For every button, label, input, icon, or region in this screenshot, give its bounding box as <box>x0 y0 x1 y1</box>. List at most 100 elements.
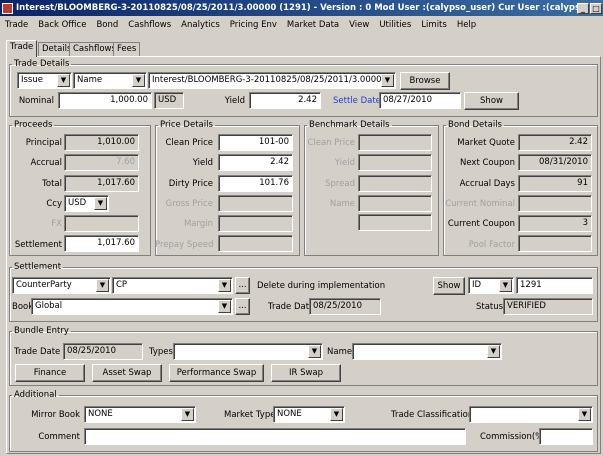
bundle-trade-date-label: Trade Date <box>14 347 61 357</box>
comment-input[interactable] <box>84 428 466 445</box>
price-details-legend: Price Details <box>160 120 213 130</box>
trade-type-select[interactable]: Issue ▼ <box>17 72 72 89</box>
pool-factor-label: Pool Factor <box>468 240 515 250</box>
benchmark-clean-price-value <box>358 134 432 151</box>
menu-limits[interactable]: Limits <box>416 20 452 30</box>
settlement-value[interactable]: 1,017.60 <box>64 235 139 252</box>
product-select[interactable]: Interest/BLOOMBERG-3-20110825/08/25/2011… <box>148 72 396 89</box>
benchmark-spread-label: Spread <box>325 179 355 189</box>
current-nominal-value <box>518 195 592 212</box>
menu-utilities[interactable]: Utilities <box>374 20 416 30</box>
counterparty-select[interactable]: CP ▼ <box>112 277 233 294</box>
settlement-trade-date-label: Trade Date <box>268 302 315 312</box>
status-label: Status <box>476 302 504 312</box>
menu-back-office[interactable]: Back Office <box>33 20 91 30</box>
additional-legend: Additional <box>14 390 57 400</box>
gross-price-label: Gross Price <box>165 199 213 209</box>
types-select[interactable]: ▼ <box>173 343 323 360</box>
id-mode-select[interactable]: ID ▼ <box>468 277 514 294</box>
dirty-price-input[interactable]: 101.76 <box>218 175 293 192</box>
chevron-down-icon: ▼ <box>132 74 145 87</box>
clean-price-input[interactable]: 101-00 <box>218 134 293 151</box>
gross-price-value <box>218 195 293 212</box>
nominal-input[interactable]: 1,000.00 <box>58 92 152 109</box>
chevron-down-icon: ▼ <box>218 300 231 313</box>
margin-value <box>218 215 293 232</box>
prepay-speed-label: Prepay Speed <box>155 240 214 250</box>
delete-during-implementation-text: Delete during implementation <box>257 281 386 291</box>
minimize-button[interactable]: _ <box>577 2 589 14</box>
comment-label: Comment <box>38 432 80 442</box>
asset-swap-button[interactable]: Asset Swap <box>92 364 162 382</box>
counterparty-browse-button[interactable]: ... <box>235 277 250 294</box>
accrual-days-value: 91 <box>518 175 592 192</box>
finance-button[interactable]: Finance <box>15 364 85 382</box>
title-bar: Interest/BLOOMBERG-3-20110825/08/25/2011… <box>0 0 603 16</box>
menu-trade[interactable]: Trade <box>0 20 33 30</box>
counterparty-role-select[interactable]: CounterParty ▼ <box>12 277 111 294</box>
mirror-book-label: Mirror Book <box>31 410 80 420</box>
chevron-down-icon: ▼ <box>218 279 231 292</box>
prepay-speed-value <box>218 235 293 252</box>
fx-label: FX <box>51 219 62 229</box>
benchmark-extra-value <box>358 214 432 231</box>
margin-label: Margin <box>183 219 213 229</box>
next-coupon-value: 08/31/2010 <box>518 154 592 171</box>
app-icon <box>2 2 13 14</box>
trade-classification-select[interactable]: ▼ <box>469 406 593 423</box>
book-select[interactable]: Global ▼ <box>31 298 233 315</box>
next-coupon-label: Next Coupon <box>459 158 515 168</box>
yield-label: Yield <box>224 96 245 106</box>
chevron-down-icon: ▼ <box>487 345 500 358</box>
dirty-price-label: Dirty Price <box>168 179 213 189</box>
price-yield-input[interactable]: 2.42 <box>218 154 293 171</box>
trade-id-input[interactable]: 1291 <box>516 277 593 294</box>
yield-input[interactable]: 2.42 <box>249 92 321 109</box>
mirror-book-select[interactable]: NONE ▼ <box>84 406 196 423</box>
chevron-down-icon: ▼ <box>181 408 194 421</box>
settlement-label: Settlement <box>14 240 62 250</box>
chevron-down-icon: ▼ <box>57 74 70 87</box>
menu-market-data[interactable]: Market Data <box>282 20 344 30</box>
menu-view[interactable]: View <box>344 20 374 30</box>
maximize-button[interactable]: □ <box>590 2 602 14</box>
ir-swap-button[interactable]: IR Swap <box>271 364 341 382</box>
settlement-show-button[interactable]: Show <box>433 277 465 295</box>
ccy-label: Ccy <box>46 199 62 209</box>
proceeds-legend: Proceeds <box>14 120 53 130</box>
settlement-trade-date-value: 08/25/2010 <box>309 298 381 315</box>
market-type-label: Market Type <box>224 410 276 420</box>
settle-date-input[interactable]: 08/27/2010 <box>379 92 461 109</box>
chevron-down-icon: ▼ <box>330 408 343 421</box>
status-value: VERIFIED <box>503 298 593 315</box>
benchmark-clean-price-label: Clean Price <box>307 138 355 148</box>
names-select[interactable]: ▼ <box>352 343 502 360</box>
name-mode-select[interactable]: Name ▼ <box>73 72 147 89</box>
menu-bar: Trade Back Office Bond Cashflows Analyti… <box>0 16 603 33</box>
book-label: Book <box>12 302 34 312</box>
menu-help[interactable]: Help <box>452 20 481 30</box>
nominal-label: Nominal <box>18 96 54 106</box>
browse-button[interactable]: Browse <box>400 72 450 90</box>
chevron-down-icon: ▼ <box>96 279 109 292</box>
bundle-entry-legend: Bundle Entry <box>14 326 69 336</box>
performance-swap-button[interactable]: Performance Swap <box>169 364 264 382</box>
ccy-select[interactable]: USD ▼ <box>64 195 109 212</box>
menu-analytics[interactable]: Analytics <box>176 20 225 30</box>
commission-input[interactable] <box>539 428 593 445</box>
accrual-value: 7.60 <box>64 154 139 171</box>
tab-trade[interactable]: Trade <box>6 40 38 57</box>
total-value: 1,017.60 <box>64 175 139 192</box>
market-type-select[interactable]: NONE ▼ <box>273 406 345 423</box>
market-quote-label: Market Quote <box>457 138 515 148</box>
show-button[interactable]: Show <box>464 92 519 110</box>
benchmark-spread-value <box>358 175 432 192</box>
menu-cashflows[interactable]: Cashflows <box>123 20 176 30</box>
book-browse-button[interactable]: ... <box>235 298 250 315</box>
price-yield-label: Yield <box>192 158 213 168</box>
menu-pricing-env[interactable]: Pricing Env <box>225 20 282 30</box>
trade-details-legend: Trade Details <box>14 59 70 69</box>
menu-bond[interactable]: Bond <box>91 20 123 30</box>
settlement-legend: Settlement <box>14 262 62 272</box>
tab-fees[interactable]: Fees <box>113 42 141 56</box>
